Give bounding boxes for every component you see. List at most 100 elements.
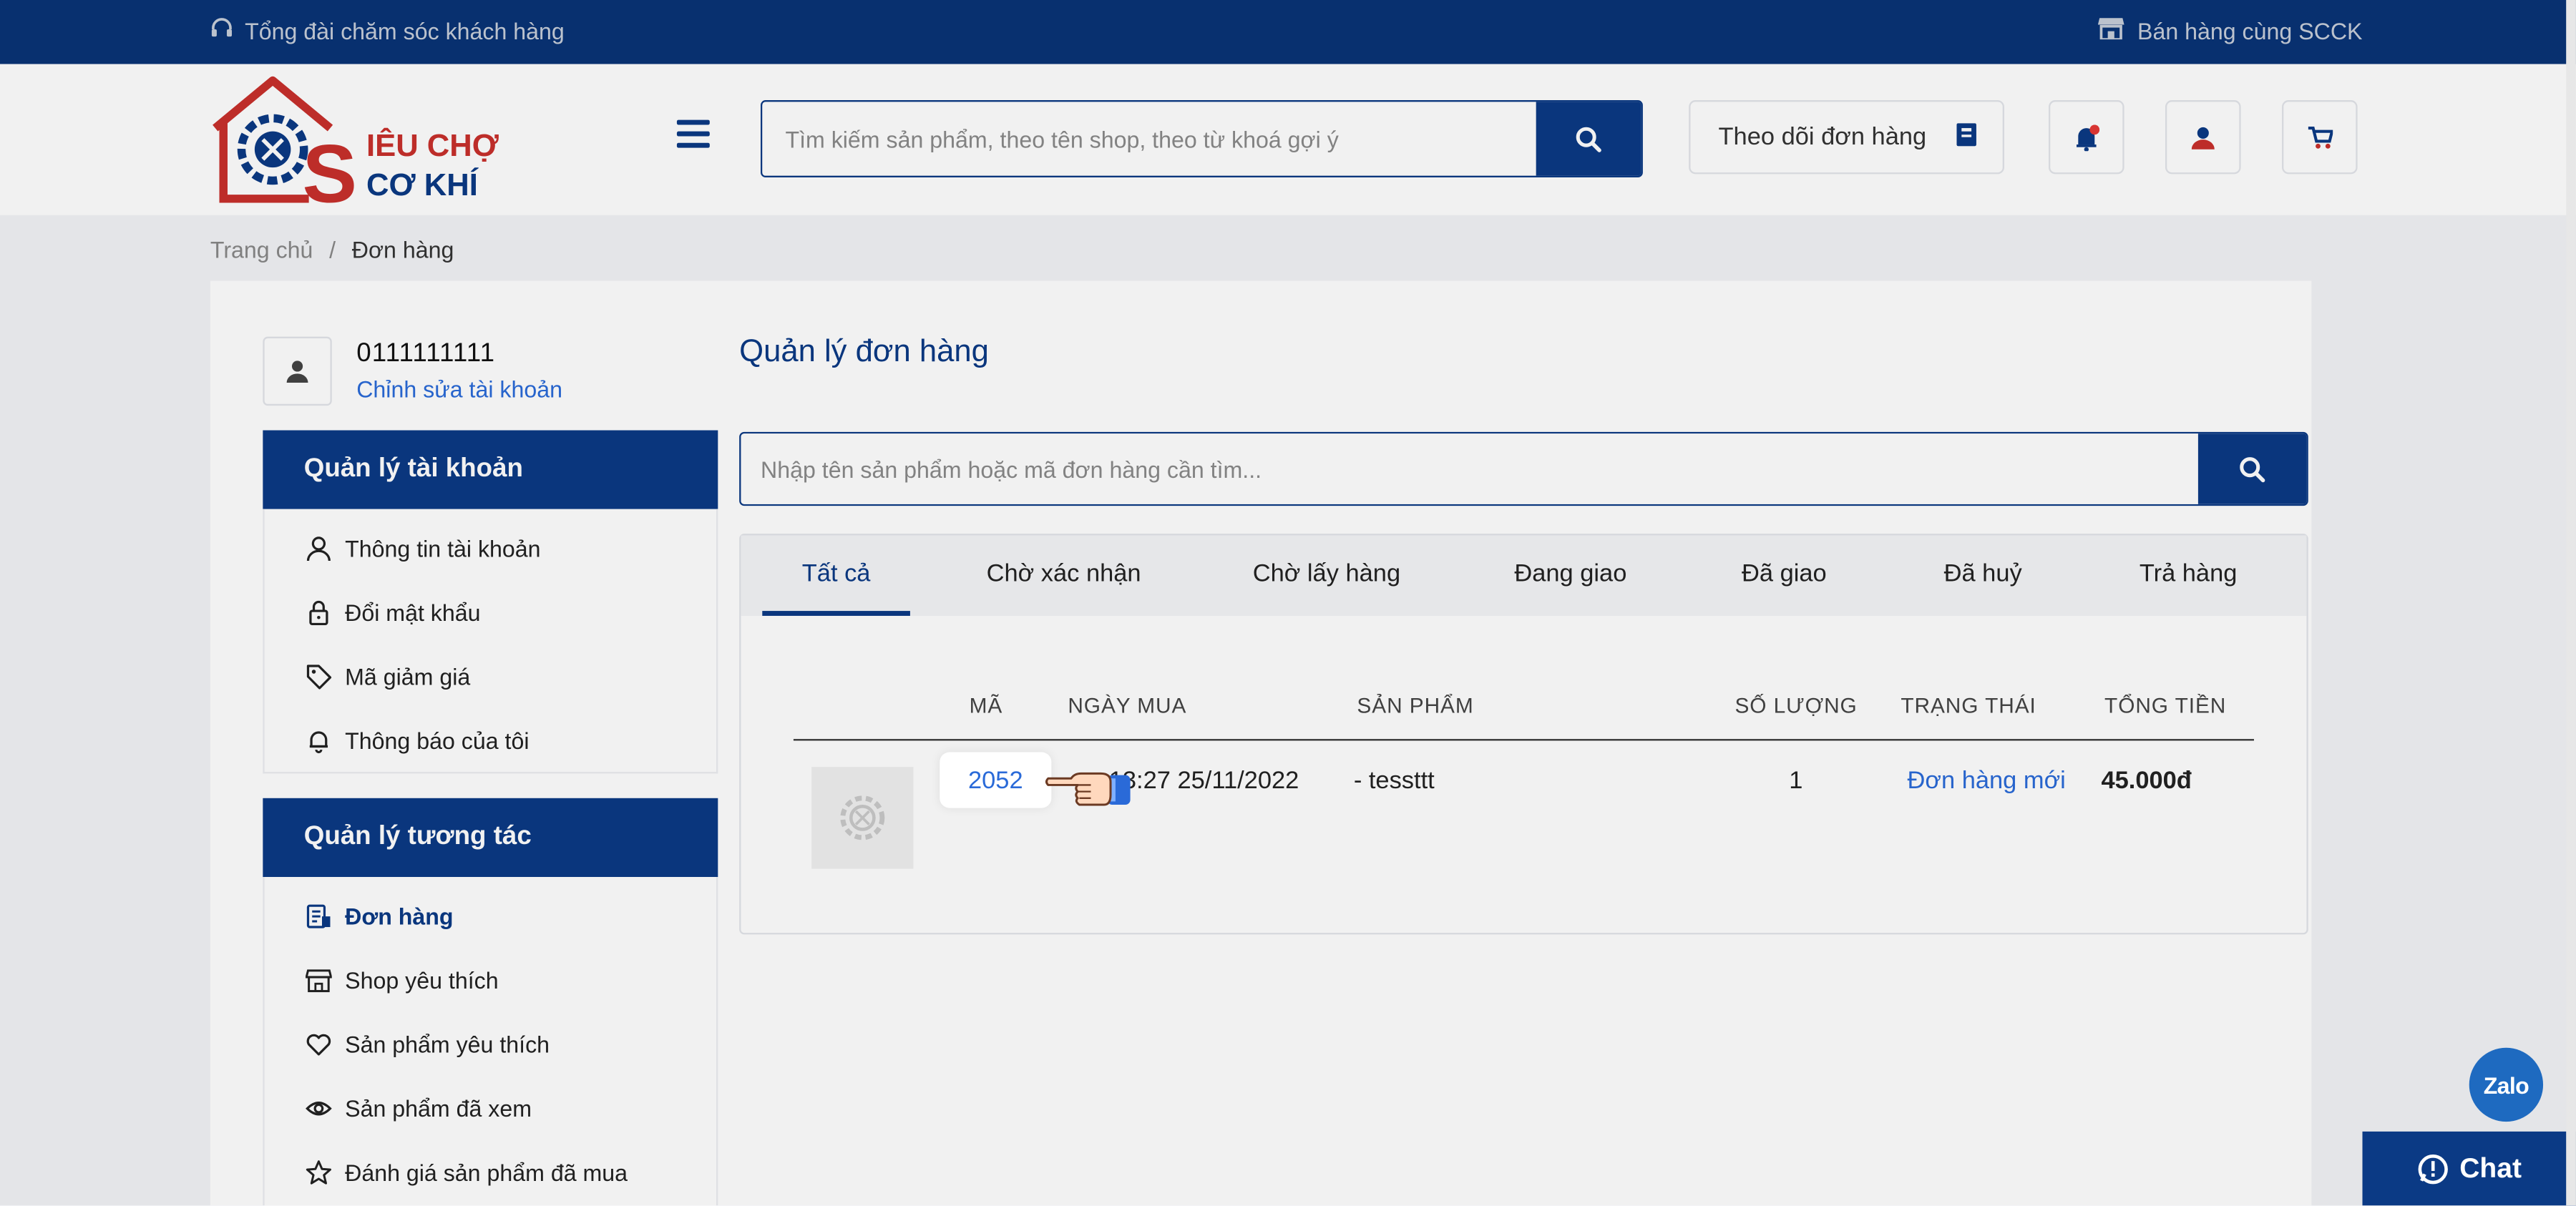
sidebar-item-label: Đánh giá sản phẩm đã mua [345,1158,628,1185]
top-bar: Tổng đài chăm sóc khách hàng Bán hàng cù… [0,0,2576,64]
page-title: Quản lý đơn hàng [739,335,989,370]
user-icon [286,361,308,383]
menu-hamburger-icon[interactable] [676,119,710,149]
cart-icon [2307,125,2333,148]
sidebar-item-favorite-products[interactable]: Sản phẩm yêu thích [265,1011,716,1076]
sidebar-item-label: Mã giảm giá [345,662,471,690]
eye-icon [306,1100,332,1115]
sidebar-interaction-menu: Đơn hàng Shop yêu thích Sản phẩm yêu thí… [263,877,718,1206]
headset-icon [210,16,233,44]
sidebar-item-vouchers[interactable]: Mã giảm giá [265,644,716,708]
order-quantity: 1 [1789,767,1803,795]
user-icon [2191,126,2215,149]
order-product: - tessttt [1353,767,1435,795]
sell-label: Bán hàng cùng SCCK [2137,17,2363,44]
col-header-date: NGÀY MUA [1068,692,1187,718]
orders-card: Tất cả Chờ xác nhận Chờ lấy hàng Đang gi… [739,534,2308,935]
sidebar-item-orders[interactable]: Đơn hàng [265,883,716,948]
tab-pending-confirmation[interactable]: Chờ xác nhận [971,535,1156,615]
table-header-divider [793,739,2254,741]
tab-cancelled[interactable]: Đã huỷ [1927,535,2039,615]
account-button[interactable] [2165,100,2241,175]
logo-line2: CƠ KHÍ [366,167,479,202]
product-thumbnail [811,767,914,869]
order-date: 13:27 25/11/2022 [1108,767,1299,795]
search-icon [1576,126,1601,152]
col-header-total: TỔNG TIỀN [2104,692,2227,718]
orders-icon [306,903,331,928]
breadcrumb-separator: / [329,236,336,263]
zalo-button[interactable]: Zalo [2469,1047,2544,1122]
sidebar-account-menu: Thông tin tài khoản Đổi mật khẩu Mã giảm… [263,509,718,774]
sidebar-item-label: Sản phẩm yêu thích [345,1030,550,1057]
bell-icon [2077,124,2100,151]
chat-bubble-icon [2418,1154,2449,1185]
breadcrumb: Trang chủ / Đơn hàng [210,237,454,263]
sell-with-us-link[interactable]: Bán hàng cùng SCCK [2097,16,2363,44]
tab-returns[interactable]: Trả hàng [2126,535,2250,615]
sidebar-item-product-reviews[interactable]: Đánh giá sản phẩm đã mua [265,1139,716,1204]
tag-icon [306,664,332,689]
order-search-button[interactable] [2197,433,2307,504]
search-icon [2240,456,2265,482]
col-header-product: SẢN PHẨM [1357,692,1474,718]
page: Tổng đài chăm sóc khách hàng Bán hàng cù… [0,0,2576,1206]
header: S IÊU CHỢ CƠ KHÍ Theo dõi đơn hàng [0,64,2576,220]
header-search-button[interactable] [1536,102,1641,176]
chat-button[interactable]: Chat [2362,1131,2576,1206]
track-order-button[interactable]: Theo dõi đơn hàng [1689,100,2004,175]
sidebar-item-change-password[interactable]: Đổi mật khẩu [265,579,716,644]
tab-all[interactable]: Tất cả [762,535,910,616]
placeholder-gear-icon [840,795,885,840]
breadcrumb-home[interactable]: Trang chủ [210,237,313,263]
user-icon [306,536,331,561]
logo-line1: IÊU CHỢ [366,127,499,163]
breadcrumb-current: Đơn hàng [351,236,454,263]
sidebar-item-label: Thông báo của tôi [345,726,530,753]
order-search-input[interactable] [741,433,2198,504]
tab-shipping[interactable]: Đang giao [1497,535,1645,615]
user-phone: 0111111111 [356,340,496,368]
store-icon [2097,16,2124,44]
order-book-icon [1956,122,1976,152]
header-search-input[interactable] [762,102,1536,176]
header-search [761,100,1643,177]
tab-delivered[interactable]: Đã giao [1727,535,1842,615]
sidebar-item-account-info[interactable]: Thông tin tài khoản [265,516,716,580]
sidebar-section-account: Quản lý tài khoản [263,430,718,509]
col-header-code: MÃ [969,692,1003,718]
chat-label: Chat [2459,1152,2522,1185]
sidebar-item-favorite-shops[interactable]: Shop yêu thích [265,948,716,1012]
lock-icon [309,599,328,624]
sidebar-item-label: Đổi mật khẩu [345,598,481,625]
logo-initial: S [302,128,357,205]
edit-account-link[interactable]: Chỉnh sửa tài khoản [356,376,562,403]
order-code-link[interactable]: 2052 [940,752,1052,808]
col-header-status: TRẠNG THÁI [1901,692,2036,718]
hotline-link[interactable]: Tổng đài chăm sóc khách hàng [210,16,565,44]
store-icon [306,969,332,991]
order-search [739,431,2308,506]
heart-icon [306,1033,331,1055]
sidebar-item-label: Thông tin tài khoản [345,534,541,562]
bell-icon [309,730,328,752]
cart-button[interactable] [2282,100,2358,175]
pointing-hand-icon [1042,762,1134,819]
track-order-label: Theo dõi đơn hàng [1718,123,1927,152]
sidebar-item-label: Shop yêu thích [345,966,499,993]
col-header-quantity: SỐ LƯỢNG [1735,692,1858,718]
order-status-tabs: Tất cả Chờ xác nhận Chờ lấy hàng Đang gi… [741,535,2307,616]
sidebar-section-interaction: Quản lý tương tác [263,798,718,878]
site-logo[interactable]: S IÊU CHỢ CƠ KHÍ [210,74,522,220]
star-icon [306,1160,331,1184]
hotline-label: Tổng đài chăm sóc khách hàng [245,17,565,44]
sidebar-item-notifications[interactable]: Thông báo của tôi [265,708,716,773]
tab-awaiting-pickup[interactable]: Chờ lấy hàng [1234,535,1419,615]
page-scrollbar[interactable] [2566,0,2576,1206]
order-total: 45.000đ [2101,767,2192,795]
sidebar-item-viewed-products[interactable]: Sản phẩm đã xem [265,1076,716,1140]
sidebar-item-label: Sản phẩm đã xem [345,1094,532,1121]
order-status: Đơn hàng mới [1907,767,2066,795]
notifications-button[interactable] [2048,100,2124,175]
sidebar-item-label: Đơn hàng [345,902,454,929]
